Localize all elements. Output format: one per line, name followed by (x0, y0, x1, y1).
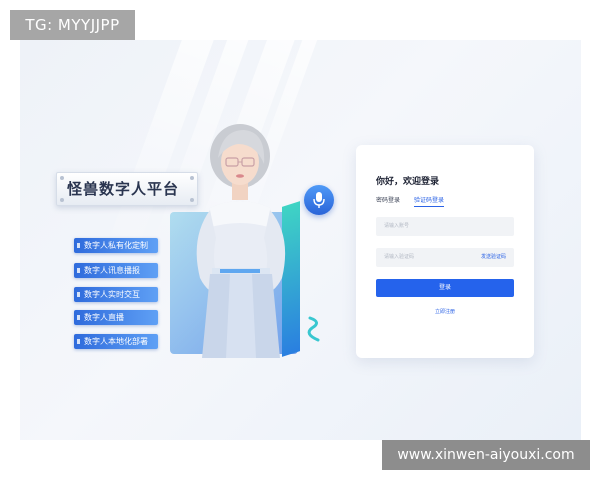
feature-tag: 数字人实时交互 (74, 287, 158, 302)
feature-tag: 数字人私有化定制 (74, 238, 158, 253)
code-placeholder: 请输入验证码 (384, 254, 415, 260)
feature-tag: 数字人本地化部署 (74, 334, 158, 349)
rivet-dot (60, 176, 64, 180)
verification-code-input[interactable]: 请输入验证码 发送验证码 (376, 248, 514, 267)
account-input[interactable]: 请输入账号 (376, 217, 514, 236)
login-card: 你好，欢迎登录 密码登录 验证码登录 请输入账号 请输入验证码 发送验证码 登录… (356, 145, 534, 358)
microphone-bubble (304, 185, 334, 215)
watermark-bottom-right: www.xinwen-aiyouxi.com (382, 440, 590, 470)
tab-code-login[interactable]: 验证码登录 (414, 195, 445, 207)
login-greeting: 你好，欢迎登录 (376, 177, 440, 187)
digital-human-avatar (196, 124, 286, 358)
login-button[interactable]: 登录 (376, 279, 514, 297)
rivet-dot (60, 198, 64, 202)
send-code-button[interactable]: 发送验证码 (481, 248, 506, 267)
register-link[interactable]: 立即注册 (356, 308, 534, 315)
squiggle-decoration (307, 316, 320, 342)
tab-password-login[interactable]: 密码登录 (376, 195, 400, 204)
feature-tag: 数字人讯息播报 (74, 263, 158, 278)
watermark-top-left: TG: MYYJJPP (10, 10, 135, 40)
microphone-icon (313, 192, 325, 208)
feature-tag: 数字人直播 (74, 310, 158, 325)
